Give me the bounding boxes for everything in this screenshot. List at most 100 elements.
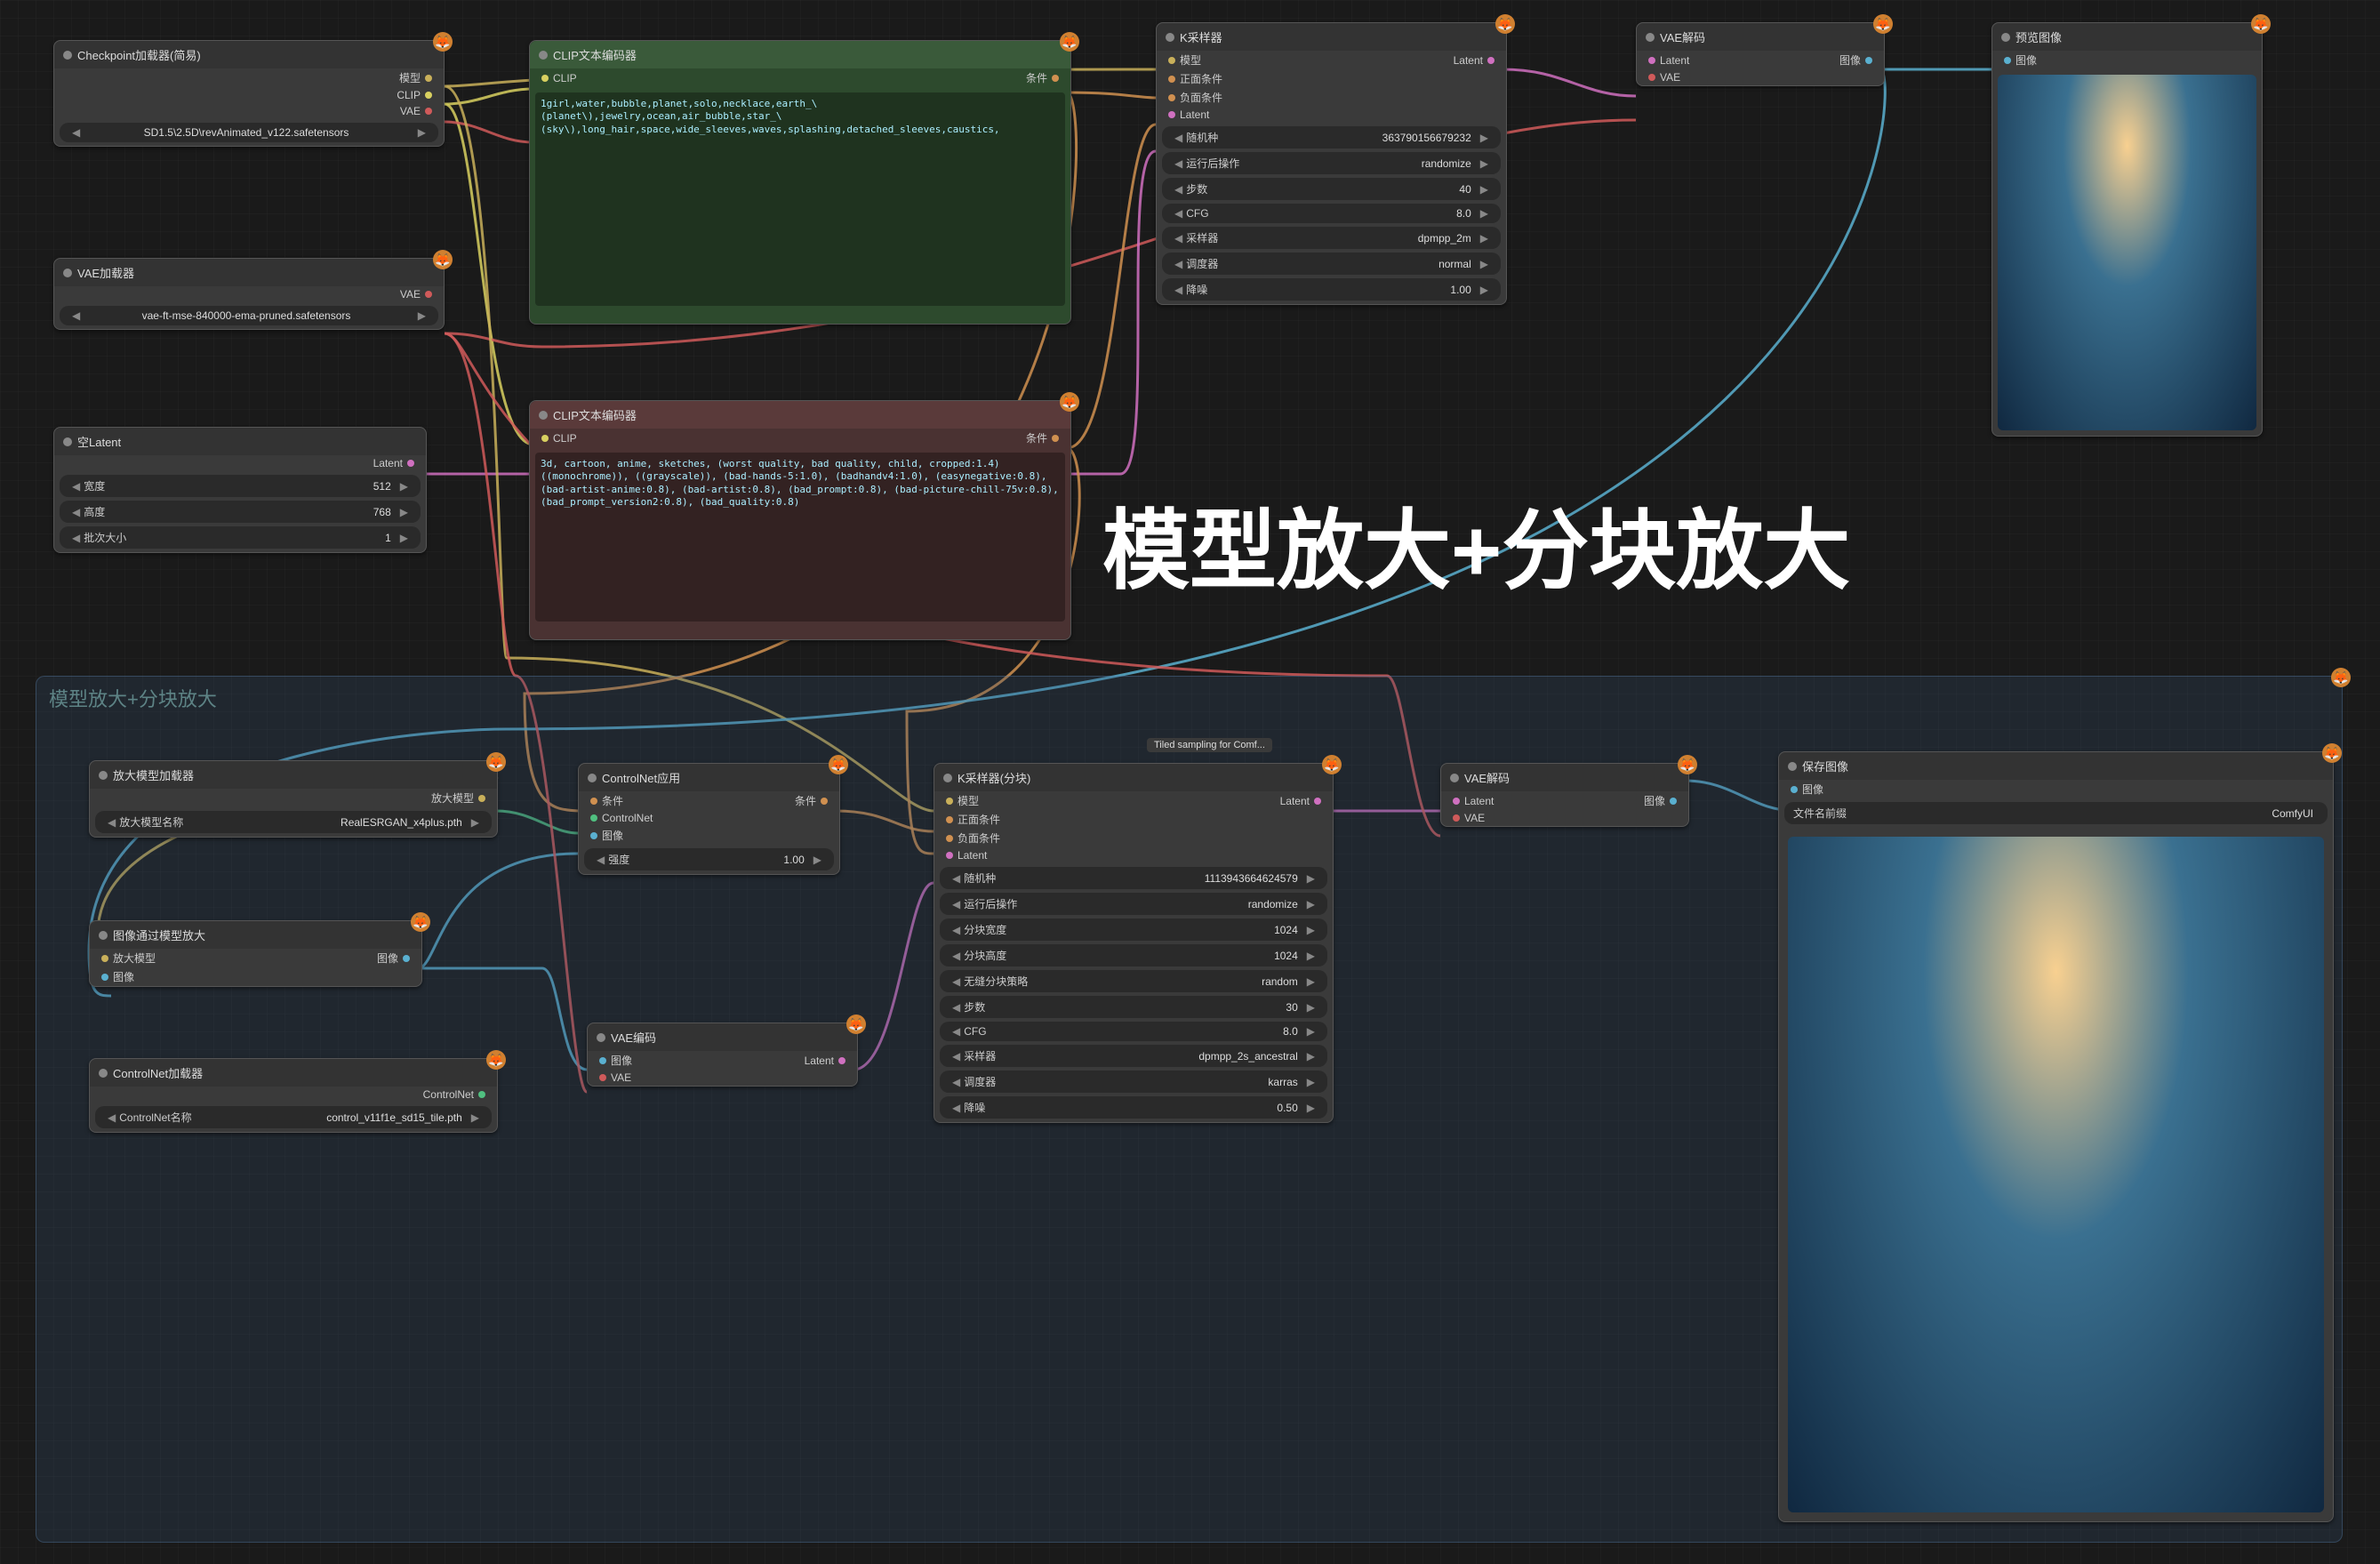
port-cond-in: 条件 — [602, 795, 623, 807]
badge-icon: 🦊 — [1873, 14, 1893, 34]
port-latent-out: Latent — [373, 457, 403, 469]
node-empty-latent[interactable]: 空Latent Latent ◀宽度512▶ ◀高度768▶ ◀批次大小1▶ — [53, 427, 427, 553]
port-vae-in: VAE — [1464, 812, 1485, 824]
node-title: CLIP文本编码器 — [553, 406, 637, 423]
node-vae-encode[interactable]: VAE编码 图像Latent VAE 🦊 — [587, 1023, 858, 1087]
after-generate-select[interactable]: ◀运行后操作randomize▶ — [1162, 152, 1501, 174]
port-latent-in: Latent — [958, 849, 987, 862]
width-input[interactable]: ◀宽度512▶ — [60, 475, 421, 497]
cfg-input[interactable]: ◀CFG8.0▶ — [940, 1022, 1327, 1041]
badge-icon: 🦊 — [486, 1050, 506, 1070]
port-controlnet-out: ControlNet — [423, 1088, 474, 1101]
node-ksampler[interactable]: K采样器 模型Latent 正面条件 负面条件 Latent ◀随机种36379… — [1156, 22, 1507, 305]
preview-image — [1998, 75, 2256, 430]
badge-icon: 🦊 — [829, 755, 848, 774]
port-image-in: 图像 — [611, 1055, 632, 1067]
node-image-upscale-by-model[interactable]: 图像通过模型放大 放大模型图像 图像 🦊 — [89, 920, 422, 987]
port-image-in: 图像 — [113, 969, 134, 984]
node-ksampler-tiled[interactable]: K采样器(分块) 模型Latent 正面条件 负面条件 Latent ◀随机种1… — [934, 763, 1334, 1123]
node-checkpoint-loader[interactable]: Checkpoint加载器(简易) 模型 CLIP VAE ◀SD1.5\2.5… — [53, 40, 445, 147]
saved-image — [1788, 837, 2324, 1512]
badge-icon: 🦊 — [1060, 392, 1079, 412]
node-title: ControlNet加载器 — [113, 1064, 203, 1081]
port-vae-out: VAE — [400, 288, 421, 301]
node-preview-image[interactable]: 预览图像 图像 🦊 — [1991, 22, 2263, 437]
port-controlnet-in: ControlNet — [602, 812, 653, 824]
port-vae-in: VAE — [1660, 71, 1680, 84]
node-vae-decode-2[interactable]: VAE解码 Latent图像 VAE 🦊 — [1440, 763, 1689, 827]
node-controlnet-loader[interactable]: ControlNet加载器 ControlNet ◀ControlNet名称co… — [89, 1058, 498, 1133]
strength-input[interactable]: ◀强度1.00▶ — [584, 848, 834, 870]
sampler-select[interactable]: ◀采样器dpmpp_2s_ancestral▶ — [940, 1045, 1327, 1067]
badge-icon: 🦊 — [411, 912, 430, 932]
port-image-in: 图像 — [2015, 52, 2037, 68]
denoise-input[interactable]: ◀降噪1.00▶ — [1162, 278, 1501, 301]
port-latent-out: Latent — [1280, 795, 1310, 807]
negative-prompt-textarea[interactable]: 3d, cartoon, anime, sketches, (worst qua… — [535, 453, 1065, 622]
batch-input[interactable]: ◀批次大小1▶ — [60, 526, 421, 549]
tile-width-input[interactable]: ◀分块宽度1024▶ — [940, 918, 1327, 941]
badge-icon: 🦊 — [433, 32, 453, 52]
node-clip-encode-negative[interactable]: CLIP文本编码器 CLIP条件 3d, cartoon, anime, ske… — [529, 400, 1071, 640]
vae-select[interactable]: ◀vae-ft-mse-840000-ema-pruned.safetensor… — [60, 306, 438, 325]
node-save-image[interactable]: 保存图像 图像 文件名前缀ComfyUI 🦊 — [1778, 751, 2334, 1522]
node-title: VAE编码 — [611, 1029, 656, 1046]
node-vae-loader[interactable]: VAE加载器 VAE ◀vae-ft-mse-840000-ema-pruned… — [53, 258, 445, 330]
node-upscale-model-loader[interactable]: 放大模型加载器 放大模型 ◀放大模型名称RealESRGAN_x4plus.pt… — [89, 760, 498, 838]
port-vae-out: VAE — [400, 105, 421, 117]
node-title: 空Latent — [77, 433, 121, 450]
badge-icon: 🦊 — [2331, 668, 2351, 687]
sampler-select[interactable]: ◀采样器dpmpp_2m▶ — [1162, 227, 1501, 249]
cfg-input[interactable]: ◀CFG8.0▶ — [1162, 204, 1501, 223]
node-title: K采样器(分块) — [958, 769, 1030, 786]
port-clip-in: CLIP — [553, 72, 577, 84]
steps-input[interactable]: ◀步数40▶ — [1162, 178, 1501, 200]
positive-prompt-textarea[interactable]: 1girl,water,bubble,planet,solo,necklace,… — [535, 92, 1065, 306]
tile-height-input[interactable]: ◀分块高度1024▶ — [940, 944, 1327, 966]
node-title: VAE解码 — [1660, 28, 1705, 45]
badge-icon: 🦊 — [1495, 14, 1515, 34]
node-clip-encode-positive[interactable]: CLIP文本编码器 CLIP 条件 1girl,water,bubble,plan… — [529, 40, 1071, 325]
node-title: 图像通过模型放大 — [113, 926, 205, 943]
scheduler-select[interactable]: ◀调度器normal▶ — [1162, 253, 1501, 275]
seed-input[interactable]: ◀随机种363790156679232▶ — [1162, 126, 1501, 148]
node-title: VAE加载器 — [77, 264, 134, 281]
ckpt-select[interactable]: ◀SD1.5\2.5D\revAnimated_v122.safetensors… — [60, 123, 438, 142]
badge-icon: 🦊 — [846, 1015, 866, 1034]
port-image-in: 图像 — [1802, 782, 1823, 797]
port-cond-out: 条件 — [1026, 432, 1047, 445]
port-latent-in: Latent — [1180, 108, 1209, 121]
port-cond-out: 条件 — [1026, 72, 1047, 84]
node-vae-decode[interactable]: VAE解码 Latent图像 VAE 🦊 — [1636, 22, 1885, 86]
node-title: Checkpoint加载器(简易) — [77, 46, 201, 63]
port-image-in: 图像 — [602, 828, 623, 843]
tile-strategy-select[interactable]: ◀无缝分块策略random▶ — [940, 970, 1327, 992]
controlnet-select[interactable]: ◀ControlNet名称control_v11f1e_sd15_tile.pt… — [95, 1106, 492, 1128]
node-controlnet-apply[interactable]: ControlNet应用 条件条件 ControlNet 图像 ◀强度1.00▶… — [578, 763, 840, 875]
after-generate-select[interactable]: ◀运行后操作randomize▶ — [940, 893, 1327, 915]
badge-icon: 🦊 — [433, 250, 453, 269]
port-latent-in: Latent — [1660, 54, 1689, 67]
node-title: ControlNet应用 — [602, 769, 680, 786]
port-image-out: 图像 — [1839, 54, 1861, 67]
node-title: CLIP文本编码器 — [553, 46, 637, 63]
node-title: 预览图像 — [2015, 28, 2062, 45]
port-vae-in: VAE — [611, 1071, 631, 1084]
seed-input[interactable]: ◀随机种1113943664624579▶ — [940, 867, 1327, 889]
port-image-out: 图像 — [377, 952, 398, 965]
scheduler-select[interactable]: ◀调度器karras▶ — [940, 1071, 1327, 1093]
group-title: 模型放大+分块放大 — [36, 677, 2342, 719]
port-model-out: 模型 — [399, 70, 421, 85]
port-image-out: 图像 — [1644, 795, 1665, 807]
filename-prefix-input[interactable]: 文件名前缀ComfyUI — [1784, 802, 2328, 824]
port-upscale-model-in: 放大模型 — [113, 952, 156, 965]
port-latent-in: Latent — [1464, 795, 1494, 807]
steps-input[interactable]: ◀步数30▶ — [940, 996, 1327, 1018]
denoise-input[interactable]: ◀降噪0.50▶ — [940, 1096, 1327, 1119]
upscale-model-select[interactable]: ◀放大模型名称RealESRGAN_x4plus.pth▶ — [95, 811, 492, 833]
port-negative-in: 负面条件 — [958, 830, 1000, 846]
badge-icon: 🦊 — [2322, 743, 2342, 763]
badge-icon: 🦊 — [2251, 14, 2271, 34]
height-input[interactable]: ◀高度768▶ — [60, 501, 421, 523]
port-upscale-model-out: 放大模型 — [431, 790, 474, 806]
